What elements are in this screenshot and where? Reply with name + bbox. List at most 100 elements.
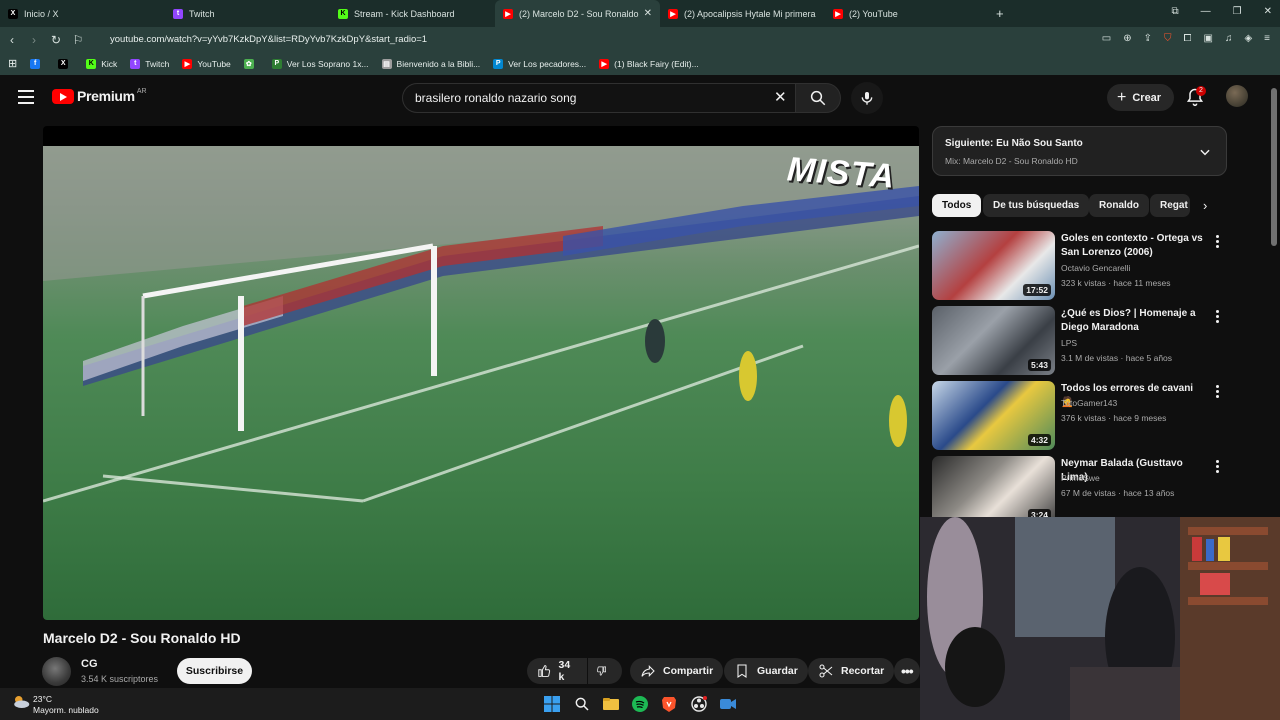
x-logo-icon: X: [8, 8, 18, 19]
search-input[interactable]: brasilero ronaldo nazario song: [402, 83, 802, 113]
bookmark-facebook[interactable]: f: [30, 58, 45, 69]
weather-temperature: 23°C: [33, 694, 52, 704]
dislike-button[interactable]: [588, 658, 622, 684]
recommendation-channel[interactable]: LPS: [1061, 338, 1077, 348]
url-field[interactable]: youtube.com/watch?v=yYvb7KzkDpY&list=RDy…: [110, 34, 427, 45]
tab-youtube-active[interactable]: ▶ (2) Marcelo D2 - Sou Ronaldo ✕: [495, 0, 660, 27]
chip-ronaldo[interactable]: Ronaldo: [1089, 194, 1149, 217]
youtube-premium-logo[interactable]: Premium AR: [52, 88, 147, 104]
recommendation-title[interactable]: ¿Qué es Dios? | Homenaje a Diego Maradon…: [1061, 307, 1206, 335]
music-icon[interactable]: ♫: [1225, 33, 1233, 44]
more-vertical-icon[interactable]: [1216, 385, 1220, 400]
video-player[interactable]: MISTA: [43, 126, 919, 620]
clip-button[interactable]: Recortar: [808, 658, 895, 684]
close-window-icon[interactable]: ✕: [1264, 6, 1272, 17]
extensions-icon[interactable]: ⧉: [1172, 6, 1179, 17]
channel-name[interactable]: CG: [81, 658, 98, 670]
forward-icon[interactable]: ›: [24, 33, 44, 47]
more-vertical-icon[interactable]: [1216, 460, 1220, 475]
search-button[interactable]: [795, 83, 841, 113]
apps-grid-icon[interactable]: ⊞: [8, 57, 17, 70]
bookmark-black-fairy[interactable]: ▶ (1) Black Fairy (Edit)...: [599, 58, 699, 69]
restore-icon[interactable]: ❐: [1233, 6, 1242, 17]
twitch-logo-icon: t: [130, 58, 141, 69]
back-icon[interactable]: ‹: [2, 33, 22, 47]
save-button[interactable]: Guardar: [724, 658, 808, 684]
chevron-right-icon[interactable]: ›: [1203, 198, 1207, 213]
voice-search-button[interactable]: [851, 82, 883, 114]
recommendation-channel[interactable]: PrimeSwe: [1061, 473, 1100, 483]
chip-todos[interactable]: Todos: [932, 194, 982, 217]
bookmark-biblioteca[interactable]: ▤ Bienvenido a la Bibli...: [381, 58, 480, 69]
bookmark-soprano[interactable]: P Ver Los Soprano 1x...: [271, 58, 369, 69]
tab-youtube-hytale[interactable]: ▶ (2) Apocalipsis Hytale Mi primera Ve: [660, 0, 825, 27]
channel-avatar[interactable]: [42, 657, 71, 686]
bookmark-youtube[interactable]: ▶ YouTube: [182, 58, 231, 69]
bookmark-extension[interactable]: ✿: [243, 58, 259, 69]
page-scrollbar[interactable]: [1271, 88, 1277, 246]
bookmark-pecadores[interactable]: P Ver Los pecadores...: [493, 58, 586, 69]
like-button[interactable]: 34 k: [527, 658, 587, 684]
video-thumbnail[interactable]: 3:24: [932, 456, 1055, 525]
subscribe-button[interactable]: Suscribirse: [177, 658, 252, 684]
obs-studio-icon[interactable]: [691, 696, 707, 712]
tab-x[interactable]: X Inicio / X: [0, 0, 165, 27]
chevron-down-icon[interactable]: [1198, 145, 1212, 159]
account-avatar[interactable]: [1226, 85, 1248, 107]
new-tab-button[interactable]: +: [996, 6, 1004, 21]
file-explorer-icon[interactable]: [603, 696, 619, 712]
x-logo-icon: X: [58, 58, 69, 69]
recommendation-item[interactable]: 3:24 Neymar Balada (Gusttavo Lima) Prime…: [932, 456, 1232, 526]
video-thumbnail[interactable]: 4:32: [932, 381, 1055, 450]
taskbar-search-icon[interactable]: [574, 696, 590, 712]
create-button[interactable]: + Crear: [1107, 84, 1174, 111]
brave-browser-icon[interactable]: [661, 696, 677, 712]
recommendation-channel[interactable]: TotoGamer143: [1061, 398, 1117, 408]
bookmark-icon[interactable]: ⚐: [68, 33, 88, 47]
close-tab-icon[interactable]: ✕: [644, 8, 652, 19]
bookmark-x[interactable]: X: [58, 58, 73, 69]
puzzle-icon[interactable]: ⧠: [1184, 33, 1192, 44]
share-page-icon[interactable]: ⇪: [1144, 33, 1152, 44]
windows-start-icon[interactable]: [544, 696, 560, 712]
recommendation-item[interactable]: 4:32 Todos los errores de cavani 🤦 TotoG…: [932, 381, 1232, 451]
video-duration: 5:43: [1027, 359, 1051, 371]
spotify-icon[interactable]: [632, 696, 648, 712]
recommendation-item[interactable]: 5:43 ¿Qué es Dios? | Homenaje a Diego Ma…: [932, 306, 1232, 376]
cast-icon[interactable]: ▭: [1102, 33, 1111, 44]
video-thumbnail[interactable]: 17:52: [932, 231, 1055, 300]
webcam-overlay: [920, 517, 1280, 720]
minimize-icon[interactable]: —: [1201, 6, 1211, 17]
tab-kick[interactable]: K Stream - Kick Dashboard: [330, 0, 495, 27]
zoom-icon[interactable]: ⊕: [1123, 33, 1131, 44]
brave-shield-icon[interactable]: ⛉: [1164, 33, 1172, 44]
more-vertical-icon[interactable]: [1216, 310, 1220, 325]
video-title: Marcelo D2 - Sou Ronaldo HD: [43, 630, 241, 646]
tab-youtube-home[interactable]: ▶ (2) YouTube: [825, 0, 990, 27]
recommendation-item[interactable]: 17:52 Goles en contexto - Ortega vs San …: [932, 231, 1232, 301]
video-thumbnail[interactable]: 5:43: [932, 306, 1055, 375]
like-count: 34 k: [558, 659, 571, 683]
wallet-icon[interactable]: ◈: [1244, 33, 1252, 44]
share-button[interactable]: Compartir: [630, 658, 724, 684]
more-actions-button[interactable]: •••: [894, 658, 920, 684]
up-next-panel[interactable]: Siguiente: Eu Não Sou Santo Mix: Marcelo…: [932, 126, 1227, 176]
clear-search-icon[interactable]: ✕: [774, 88, 787, 106]
bookmark-kick[interactable]: K Kick: [86, 58, 117, 69]
reload-icon[interactable]: ↻: [46, 33, 66, 47]
sidebar-toggle-icon[interactable]: ▣: [1204, 33, 1213, 44]
tab-twitch[interactable]: t Twitch: [165, 0, 330, 27]
twitch-logo-icon: t: [173, 8, 183, 19]
more-vertical-icon[interactable]: [1216, 235, 1220, 250]
hamburger-menu-icon[interactable]: [18, 90, 34, 104]
bookmark-twitch[interactable]: t Twitch: [130, 58, 169, 69]
chip-regat[interactable]: Regat: [1150, 194, 1190, 217]
thumbs-up-icon: [538, 665, 551, 677]
partly-cloudy-icon[interactable]: [12, 695, 30, 709]
chip-de-tus-busquedas[interactable]: De tus búsquedas: [983, 194, 1090, 217]
recommendation-title[interactable]: Goles en contexto - Ortega vs San Lorenz…: [1061, 232, 1206, 260]
youtube-header: Premium AR brasilero ronaldo nazario son…: [0, 76, 1280, 120]
video-camera-app-icon[interactable]: [720, 696, 736, 712]
menu-icon[interactable]: ≡: [1264, 33, 1270, 44]
recommendation-channel[interactable]: Octavio Gencarelli: [1061, 263, 1130, 273]
